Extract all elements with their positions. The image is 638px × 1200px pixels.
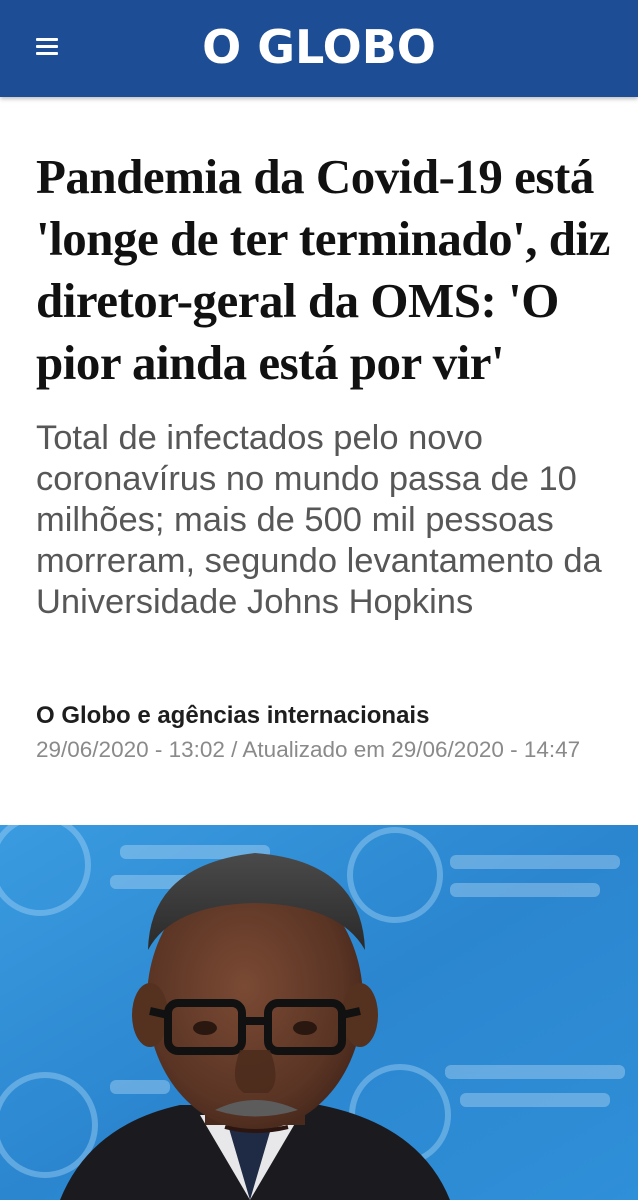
lead-photo-illustration: [0, 825, 638, 1200]
site-logo[interactable]: O GLOBO: [0, 18, 638, 76]
lead-photo[interactable]: [0, 825, 638, 1200]
top-app-bar: O GLOBO: [0, 0, 638, 97]
article-dateline: 29/06/2020 - 13:02 / Atualizado em 29/06…: [36, 737, 581, 762]
article-author[interactable]: O Globo e agências internacionais: [36, 700, 616, 732]
article-headline: Pandemia da Covid-19 está 'longe de ter …: [36, 149, 610, 390]
article-page: O GLOBO Pandemia da Covid-19 está 'longe…: [0, 0, 638, 1200]
article-subtitle: Total de infectados pelo novo coronavíru…: [36, 419, 602, 621]
